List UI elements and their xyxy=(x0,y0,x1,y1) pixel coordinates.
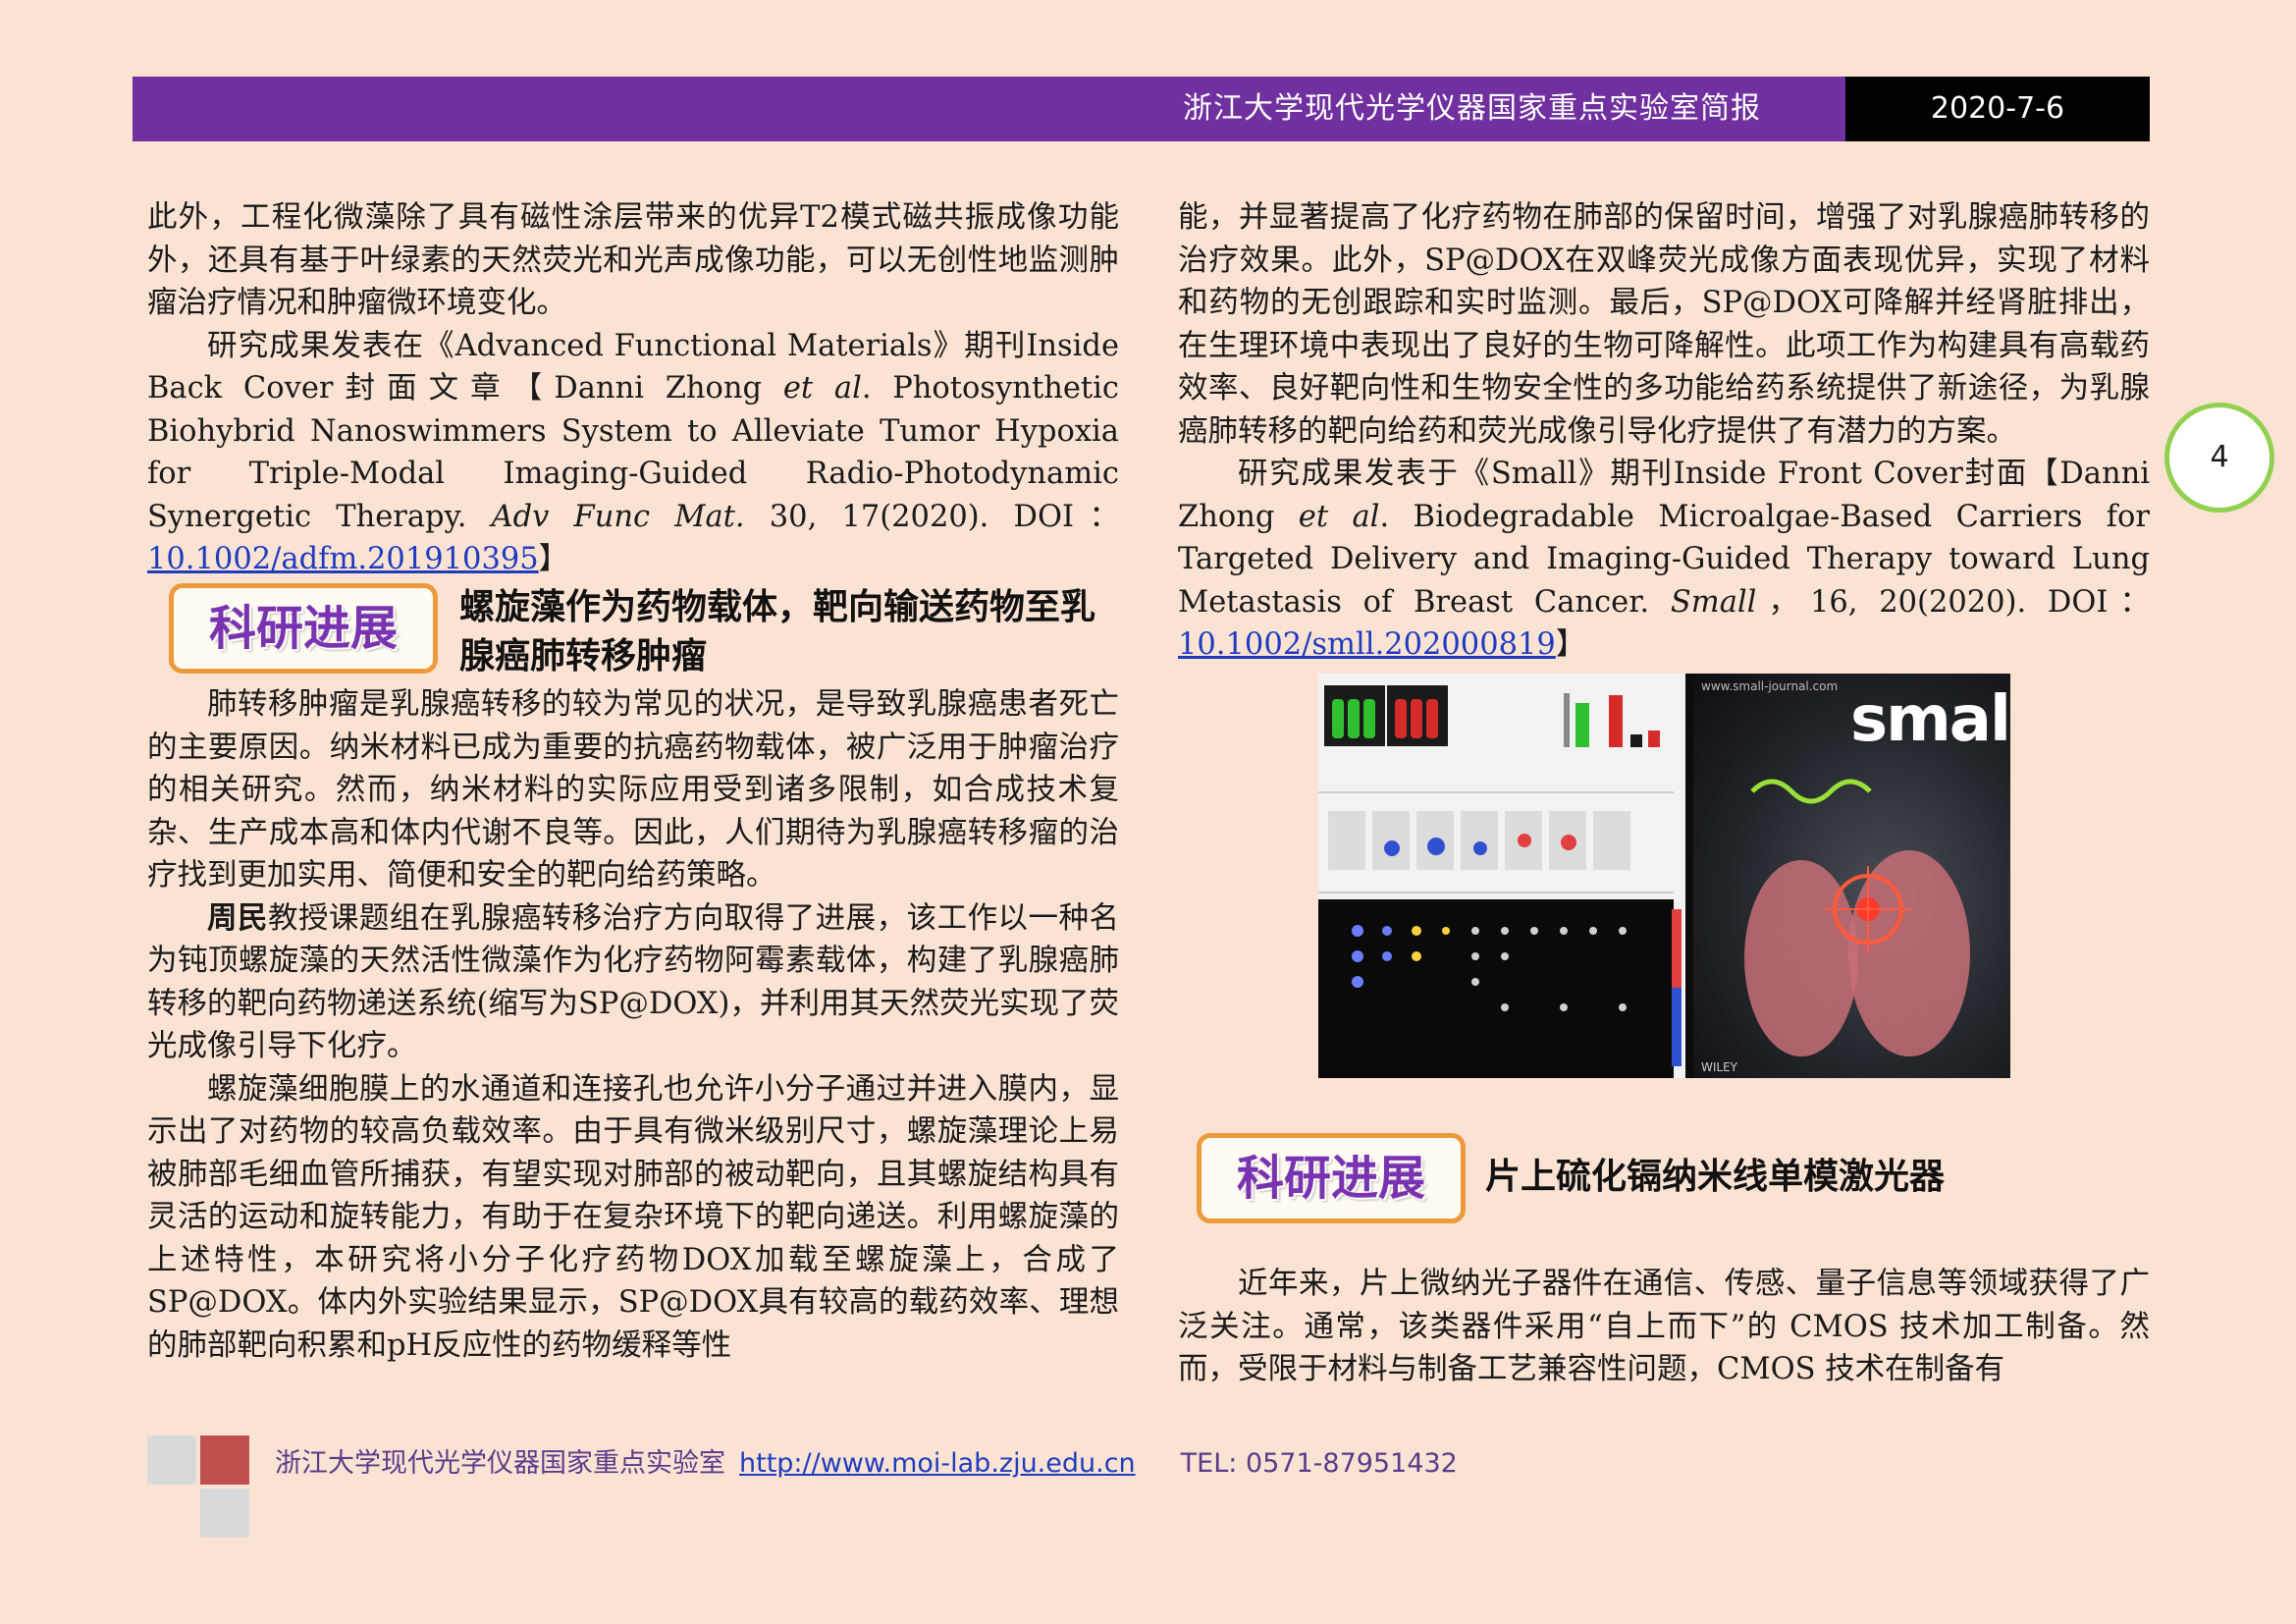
paragraph: 周民教授课题组在乳腺癌转移治疗方向取得了进展，该工作以一种名为钝顶螺旋藻的天然活… xyxy=(147,899,1120,1064)
professor-name: 周民 xyxy=(207,899,268,936)
footer-website-link[interactable]: http://www.moi-lab.zju.edu.cn xyxy=(739,1448,1136,1479)
paragraph: 近年来，片上微纳光子器件在通信、传感、量子信息等领域获得了广泛关注。通常，该类器… xyxy=(1178,1267,2150,1386)
lung-illustration xyxy=(1744,779,1970,1056)
publisher-logo: WILEY xyxy=(1701,1060,1738,1074)
paragraph: 能，并显著提高了化疗药物在肺部的保留时间，增强了对乳腺癌肺转移的治疗效果。此外，… xyxy=(1178,200,2150,449)
research-figure: www.small-journal.com small WILEY xyxy=(1318,674,2010,1078)
doi-link[interactable]: 10.1002/smll.202000819 xyxy=(1178,627,1556,662)
section-badge: 科研进展 xyxy=(169,583,438,674)
left-column-top: 此外，工程化微藻除了具有磁性涂层带来的优异T2模式磁共振成像功能外，还具有基于叶… xyxy=(147,196,1119,581)
section-heading: 科研进展 片上硫化镉纳米线单模激光器 xyxy=(1197,1133,2159,1225)
paragraph: 此外，工程化微藻除了具有磁性涂层带来的优异T2模式磁共振成像功能外，还具有基于叶… xyxy=(147,200,1119,320)
right-column-body: 近年来，片上微纳光子器件在通信、传感、量子信息等领域获得了广泛关注。通常，该类器… xyxy=(1178,1263,2150,1391)
section-title: 螺旋藻作为药物载体，靶向输送药物至乳腺癌肺转移肿瘤 xyxy=(459,587,1096,677)
section-heading: 科研进展 螺旋藻作为药物载体，靶向输送药物至乳腺癌肺转移肿瘤 xyxy=(169,583,1131,677)
citation-paragraph: 研究成果发表在《Advanced Functional Materials》期刊… xyxy=(147,328,1119,577)
left-column-body: 肺转移肿瘤是乳腺癌转移的较为常见的状况，是导致乳腺癌患者死亡的主要原因。纳米材料… xyxy=(147,683,1119,1367)
doi-link[interactable]: 10.1002/adfm.201910395 xyxy=(147,542,539,576)
footer-telephone: TEL: 0571-87951432 xyxy=(1180,1448,1458,1479)
imaging-data-graphic xyxy=(1318,674,1685,1078)
header-bar: 浙江大学现代光学仪器国家重点实验室简报 2020-7-6 xyxy=(133,77,2150,141)
footer-square-gray xyxy=(200,1489,249,1538)
newsletter-title: 浙江大学现代光学仪器国家重点实验室简报 xyxy=(1183,91,1761,126)
page-number: 4 xyxy=(2164,403,2274,513)
journal-cover: www.small-journal.com small WILEY xyxy=(1693,674,2010,1078)
issue-date: 2020-7-6 xyxy=(1845,77,2150,141)
section-badge: 科研进展 xyxy=(1197,1133,1466,1223)
right-column-top: 能，并显著提高了化疗药物在肺部的保留时间，增强了对乳腺癌肺转移的治疗效果。此外，… xyxy=(1178,196,2150,667)
footer-lab-name: 浙江大学现代光学仪器国家重点实验室 xyxy=(275,1448,725,1479)
paragraph: 肺转移肿瘤是乳腺癌转移的较为常见的状况，是导致乳腺癌患者死亡的主要原因。纳米材料… xyxy=(147,687,1119,893)
fluorescence-imaging-panel xyxy=(1318,674,1685,1078)
footer-square-gray xyxy=(147,1435,196,1485)
footer-contact: 浙江大学现代光学仪器国家重点实验室 http://www.moi-lab.zju.… xyxy=(275,1441,1458,1480)
citation-paragraph: 研究成果发表于《Small》期刊Inside Front Cover封面【Dan… xyxy=(1178,457,2150,662)
footer-square-red xyxy=(200,1435,249,1485)
section-title: 片上硫化镉纳米线单模激光器 xyxy=(1485,1157,1946,1197)
paragraph: 螺旋藻细胞膜上的水通道和连接孔也允许小分子通过并进入膜内，显示出了对药物的较高负… xyxy=(147,1071,1119,1363)
